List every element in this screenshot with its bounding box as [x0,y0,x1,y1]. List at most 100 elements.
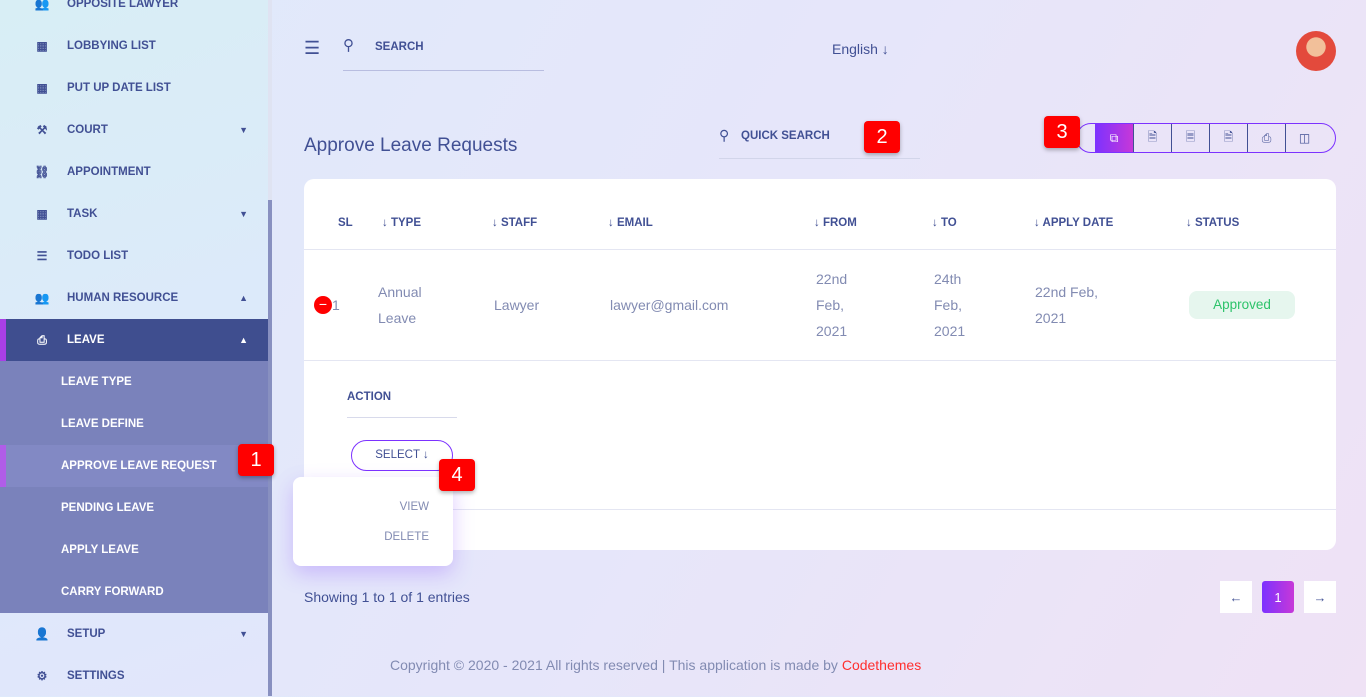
caret-icon: ▼ [239,209,248,219]
avatar[interactable] [1296,31,1336,71]
sidebar-subitem-label: Pending Leave [61,502,155,514]
sidebar-subitem-label: Leave Type [61,376,132,388]
sidebar-item-label: Lobbying List [67,40,156,52]
column-header-sl[interactable]: SL [338,217,353,229]
sort-icon: ↓ [932,217,941,229]
sidebar-item-label: Setup [67,628,106,640]
sidebar-subitem-leave-define[interactable]: Leave Define [0,403,268,445]
sidebar-item-human-resource[interactable]: 👥 Human Resource ▲ [0,277,268,319]
pdf-icon[interactable]: 🗎 [1209,124,1247,152]
quick-search-input[interactable]: QUICK SEARCH [741,130,830,142]
handshake-icon: ⛓ [34,165,50,179]
header-label: FROM [822,217,857,229]
prev-page-button[interactable]: ← [1220,581,1252,613]
header-label: APPLY DATE [1042,217,1114,229]
search-icon: ⚲ [343,37,354,54]
caret-icon: ▲ [239,335,248,345]
column-header-type[interactable]: ↓ TYPE [382,217,421,229]
sidebar-subitem-carry-forward[interactable]: Carry Forward [0,571,268,613]
caret-icon: ▼ [239,125,248,135]
sidebar: 👥 Opposite Lawyer ▦ Lobbying List ▦ Put Up Da… [0,0,268,696]
cell-type: Annual Leave [378,284,422,326]
gavel-icon: ⚒ [36,123,48,137]
sidebar-item-leave[interactable]: ⎙ Leave ▲ [0,319,268,361]
cell-sl: 1 [332,297,340,313]
copyright-text: Copyright © 2020 - 2021 All rights reser… [390,657,842,673]
language-select[interactable]: English ↓ [832,41,889,57]
sidebar-item-appointment[interactable]: ⛓ Appointment [0,151,268,193]
sidebar-item-put-up-date-list[interactable]: ▦ Put Up Date List [0,67,268,109]
menu-icon[interactable]: ☰ [304,39,321,57]
sidebar-subitem-label: Apply Leave [61,544,139,556]
sidebar-item-label: Settings [67,670,125,682]
sidebar-item-opposite-lawyer[interactable]: 👥 Opposite Lawyer [0,0,268,25]
column-header-status[interactable]: ↓ STATUS [1186,217,1239,229]
header-label: TO [940,217,957,229]
grid-icon: ▦ [36,207,48,221]
sort-icon: ↓ [1034,217,1043,229]
select-button[interactable]: SELECT ↓ [351,440,453,471]
header-label: EMAIL [616,217,653,229]
sidebar-subitem-approve-leave-request[interactable]: Approve Leave Request [0,445,268,487]
printer-icon: ⎙ [37,332,47,347]
sidebar-subitem-apply-leave[interactable]: Apply Leave [0,529,268,571]
page-1-button[interactable]: 1 [1262,581,1294,613]
sort-icon: ↓ [382,217,391,229]
export-buttons: ⧉ 🗎 🗏 🗎 ⎙ ◫ [1076,123,1336,153]
copy-icon[interactable]: ⧉ [1095,124,1133,152]
excel-icon[interactable]: 🗎 [1133,124,1171,152]
column-header-to[interactable]: ↓ TO [932,217,957,229]
column-header-email[interactable]: ↓ EMAIL [608,217,653,229]
search-bar[interactable]: ⚲ SEARCH [343,36,544,71]
sidebar-item-court[interactable]: ⚒ Court ▼ [0,109,268,151]
caret-icon: ▲ [239,293,248,303]
cell-to: 24th Feb, 2021 [934,271,966,339]
sort-icon: ↓ [814,217,823,229]
menu-item-view[interactable]: VIEW [400,501,429,513]
brand-link[interactable]: Codethemes [842,657,921,673]
sidebar-item-task[interactable]: ▦ Task ▼ [0,193,268,235]
sidebar-subitem-pending-leave[interactable]: Pending Leave [0,487,268,529]
annotation-1: 1 [238,444,274,476]
sidebar-item-label: Task [67,208,98,220]
annotation-3: 3 [1044,116,1080,148]
cell-staff: Lawyer [494,297,540,313]
sidebar-item-settings[interactable]: ⚙ Settings [0,655,268,697]
csv-icon[interactable]: 🗏 [1171,124,1209,152]
sidebar-item-label: Leave [67,334,105,346]
columns-icon[interactable]: ◫ [1285,124,1323,152]
annotation-2: 2 [864,121,900,153]
search-input[interactable]: SEARCH [375,41,424,53]
cell-email: lawyer@gmail.com [610,297,729,313]
sidebar-item-label: Opposite Lawyer [67,0,179,10]
sidebar-item-lobbying-list[interactable]: ▦ Lobbying List [0,25,268,67]
copyright: Copyright © 2020 - 2021 All rights reser… [390,657,921,673]
grid-icon: ▦ [36,81,48,95]
sort-icon: ↓ [608,217,617,229]
print-icon[interactable]: ⎙ [1247,124,1285,152]
sidebar-item-label: Todo List [67,250,129,262]
column-header-staff[interactable]: ↓ STAFF [492,217,537,229]
sort-icon: ↓ [1186,217,1195,229]
header-label: SL [338,217,353,229]
sidebar-subitem-leave-type[interactable]: Leave Type [0,361,268,403]
next-page-button[interactable]: → [1304,581,1336,613]
header-label: TYPE [390,217,421,229]
sidebar-item-label: Put Up Date List [67,82,171,94]
sidebar-item-label: Court [67,124,108,136]
sidebar-subitem-label: Carry Forward [61,586,164,598]
sidebar-subitem-label: Approve Leave Request [61,460,217,472]
users-icon: 👥 [34,0,50,11]
cell-from: 22nd Feb, 2021 [816,271,848,339]
column-header-from[interactable]: ↓ FROM [814,217,857,229]
column-header-apply-date[interactable]: ↓ APPLY DATE [1034,217,1113,229]
sidebar-item-setup[interactable]: 👤 Setup ▼ [0,613,268,655]
menu-item-delete[interactable]: DELETE [384,531,429,543]
status-badge: Approved [1189,291,1295,319]
cell-apply-date: 22nd Feb, 2021 [1035,284,1099,326]
expand-row-icon[interactable]: − [314,296,332,314]
sidebar-item-label: Human Resource [67,292,179,304]
sidebar-item-todo-list[interactable]: ☰ Todo List [0,235,268,277]
caret-icon: ▼ [239,629,248,639]
sidebar-scrollbar[interactable] [268,0,272,696]
